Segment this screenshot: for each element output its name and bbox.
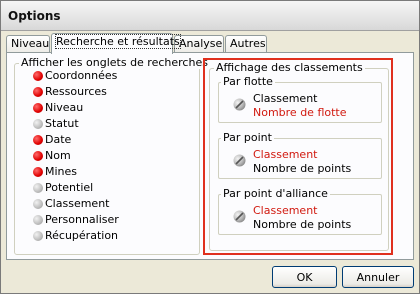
disabled-dot-icon[interactable] (33, 119, 43, 129)
ranking-group-title: Par point (221, 131, 274, 144)
enabled-dot-icon[interactable] (33, 103, 43, 113)
disabled-dot-icon[interactable] (33, 231, 43, 241)
tab-label: Recherche et résultats (55, 34, 181, 49)
title-bar[interactable]: Options (1, 1, 419, 31)
ranking-primary-label: Classement (253, 92, 318, 105)
search-tab-label: Niveau (45, 101, 84, 114)
toggle-order-icon[interactable] (233, 210, 246, 223)
tab-panel: Afficher les onglets de recherches Coord… (6, 52, 414, 260)
tab-niveau[interactable]: Niveau (6, 35, 50, 53)
ok-button[interactable]: OK (272, 266, 337, 288)
window-title: Options (8, 9, 61, 23)
enabled-dot-icon[interactable] (33, 71, 43, 81)
tab-label: Analyse (179, 37, 223, 50)
disabled-dot-icon[interactable] (33, 215, 43, 225)
search-tab-label: Date (45, 133, 72, 146)
search-tab-label: Récupération (45, 229, 119, 242)
enabled-dot-icon[interactable] (33, 167, 43, 177)
search-tab-label: Coordonnées (45, 69, 118, 82)
search-tab-label: Classement (45, 197, 110, 210)
search-tabs-group: Afficher les onglets de recherches Coord… (14, 56, 210, 255)
disabled-dot-icon[interactable] (33, 199, 43, 209)
ranking-secondary-label: Nombre de flotte (253, 106, 347, 119)
ranking-group-par-point: Par point Classement Nombre de points (218, 131, 382, 179)
toggle-order-icon[interactable] (233, 154, 246, 167)
ranking-primary-label: Classement (253, 204, 318, 217)
cancel-button[interactable]: Annuler (342, 266, 414, 288)
tab-analyse[interactable]: Analyse (174, 35, 224, 53)
enabled-dot-icon[interactable] (33, 135, 43, 145)
enabled-dot-icon[interactable] (33, 87, 43, 97)
toggle-order-icon[interactable] (233, 98, 246, 111)
tab-label: Niveau (11, 37, 50, 50)
disabled-dot-icon[interactable] (33, 183, 43, 193)
highlight-frame: Affichage des classements Par flotte Cla… (203, 58, 393, 255)
search-tab-label: Ressources (45, 85, 107, 98)
ranking-group-par-point-alliance: Par point d'alliance Classement Nombre d… (218, 187, 382, 235)
search-tab-label: Statut (45, 117, 79, 130)
ranking-group-par-flotte: Par flotte Classement Nombre de flotte (218, 75, 382, 123)
rankings-group-title: Affichage des classements (214, 61, 365, 74)
search-tab-label: Personnaliser (45, 213, 119, 226)
tab-recherche-resultats[interactable]: Recherche et résultats (51, 33, 181, 54)
tab-autres[interactable]: Autres (225, 35, 267, 53)
ranking-group-title: Par point d'alliance (221, 187, 330, 200)
enabled-dot-icon[interactable] (33, 151, 43, 161)
tab-label: Autres (230, 37, 266, 50)
options-window: Options Niveau Recherche et résultats An… (0, 0, 420, 294)
search-tab-label: Mines (45, 165, 78, 178)
ranking-primary-label: Classement (253, 148, 318, 161)
search-tab-label: Nom (45, 149, 71, 162)
search-tab-label: Potentiel (45, 181, 94, 194)
ranking-secondary-label: Nombre de points (253, 162, 352, 175)
ranking-group-title: Par flotte (221, 75, 275, 88)
ranking-secondary-label: Nombre de points (253, 218, 352, 231)
rankings-group: Affichage des classements Par flotte Cla… (209, 61, 389, 251)
